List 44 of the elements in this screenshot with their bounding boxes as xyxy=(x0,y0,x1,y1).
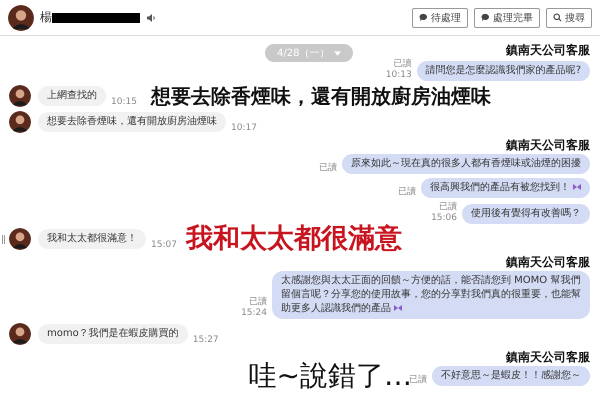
message-bubble: 原來如此～現在真的很多人都有香煙味或油煙的困擾 xyxy=(342,154,590,174)
message-time: 15:27 xyxy=(192,335,219,345)
chat-icon xyxy=(481,13,490,22)
sender-name: 鎮南天公司客服 xyxy=(506,42,590,59)
message-bubble: 使用後有覺得有改善嗎？ xyxy=(462,204,590,224)
avatar xyxy=(9,323,31,345)
chat-icon xyxy=(419,13,428,22)
read-receipt: 已讀 xyxy=(394,59,412,70)
speaker-icon[interactable] xyxy=(146,12,156,22)
message-bubble: 很高興我們的產品有被您找到！ xyxy=(421,178,590,198)
read-receipt: 已讀 xyxy=(409,375,427,386)
message-time: 10:13 xyxy=(386,70,412,81)
message-bubble: 太感謝您與太太正面的回饋～方便的話，能否請您到 MOMO 幫我們留個言呢？分享您的使用故事，您的分享對我們真的很重要，也能幫助更多人認識我們的產品 xyxy=(272,271,590,319)
avatar xyxy=(9,111,31,133)
message-time: 15:07 xyxy=(151,240,177,250)
message-bubble: 我和太太都很滿意！ xyxy=(38,229,146,249)
read-receipt: 已讀 xyxy=(439,202,457,213)
avatar xyxy=(8,4,34,30)
message-bubble: 想要去除香煙味，還有開放廚房油煙味 xyxy=(38,112,226,132)
header-button[interactable]: 處理完畢 xyxy=(474,8,540,28)
avatar xyxy=(9,85,31,107)
message-bubble: momo？我們是在蝦皮購買的 xyxy=(38,324,188,344)
header-button[interactable]: 待處理 xyxy=(412,8,468,28)
caption-overlay: 想要去除香煙味，還有開放廚房油煙味 xyxy=(151,83,491,110)
read-receipt: 已讀 xyxy=(398,187,416,198)
sender-name: 鎮南天公司客服 xyxy=(506,349,590,366)
read-receipt: 已讀 xyxy=(249,297,267,308)
message-time: 15:24 xyxy=(241,308,267,319)
sender-name: 鎮南天公司客服 xyxy=(506,254,590,271)
message-bubble: 請問您是怎麼認識我們家的產品呢? xyxy=(416,61,590,81)
sender-name: 鎮南天公司客服 xyxy=(506,137,590,154)
read-receipt: 已讀 xyxy=(319,163,337,174)
message-time: 15:06 xyxy=(431,213,457,224)
message-time: 10:17 xyxy=(231,123,257,133)
message-bubble: 上網查找的 xyxy=(38,86,106,106)
header-button[interactable]: 搜尋 xyxy=(546,8,592,28)
caret-icon xyxy=(334,50,342,56)
avatar xyxy=(9,228,31,250)
search-icon xyxy=(553,13,562,22)
message-bubble: 不好意思～是蝦皮！！感謝您～ xyxy=(432,366,590,386)
grip-icon[interactable] xyxy=(2,234,5,244)
message-time: 10:15 xyxy=(111,97,137,107)
caption-overlay: 我和太太都很滿意 xyxy=(186,222,402,256)
contact-name: 楊 xyxy=(40,9,52,26)
